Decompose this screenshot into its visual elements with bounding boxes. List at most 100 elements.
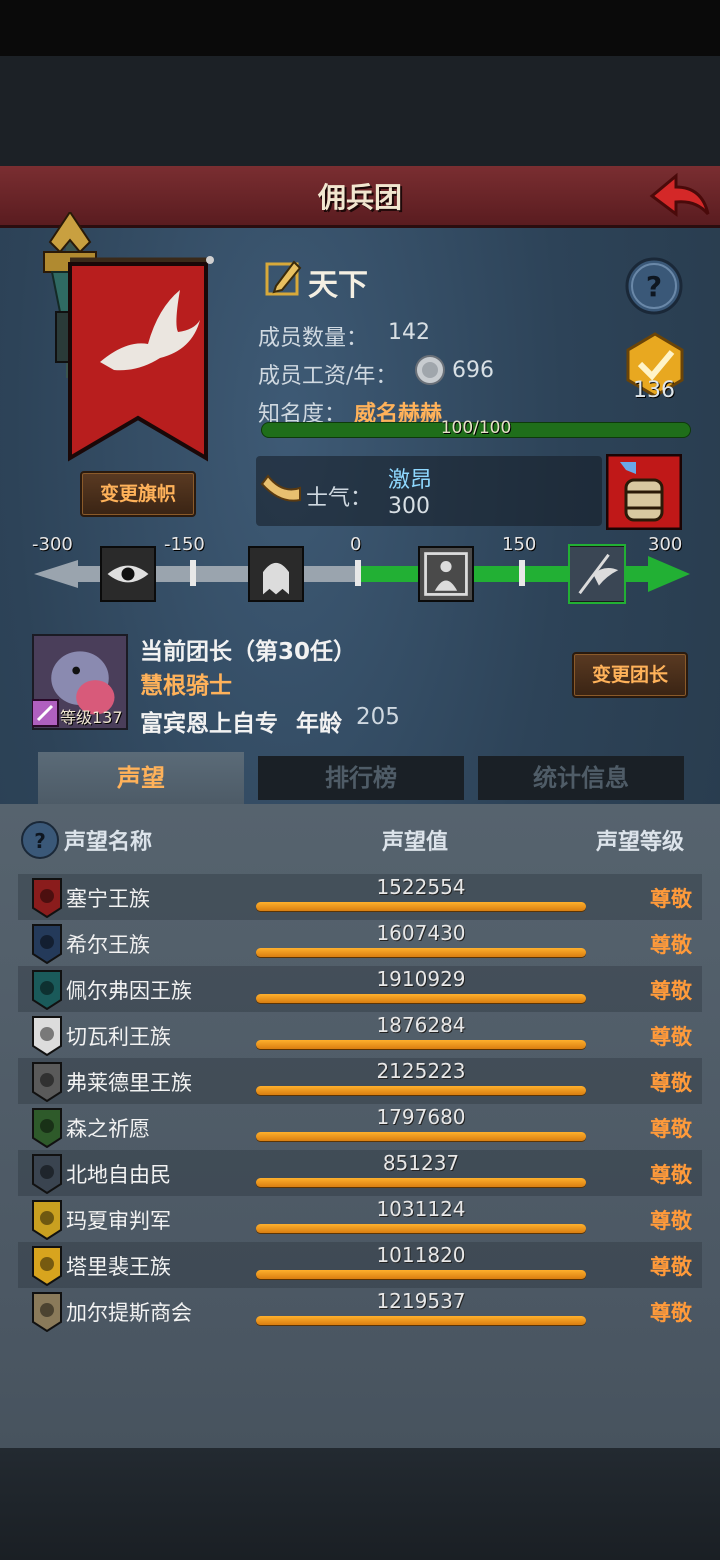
- leader-level: 等级137: [60, 708, 123, 727]
- morale-tick: 300: [648, 534, 683, 555]
- reputation-value: 1910929: [376, 967, 466, 991]
- reputation-level: 尊敬: [650, 1117, 692, 1141]
- svg-text:?: ?: [34, 829, 46, 853]
- reputation-value: 1031124: [376, 1197, 466, 1221]
- members-value: 142: [388, 320, 430, 345]
- morale-tick: 0: [350, 534, 362, 555]
- reputation-bar: [256, 994, 586, 1003]
- horn-icon: [260, 474, 301, 502]
- barrel-icon[interactable]: [606, 454, 682, 530]
- faction-name: 加尔提斯商会: [66, 1301, 192, 1325]
- table-row[interactable]: 希尔王族 1607430 尊敬: [18, 920, 702, 966]
- svg-text:?: ?: [646, 270, 662, 303]
- reputation-bar: [256, 902, 586, 911]
- reputation-bar: [256, 1086, 586, 1095]
- faction-name: 切瓦利王族: [66, 1025, 171, 1049]
- reputation-level: 尊敬: [650, 887, 692, 911]
- morale-tick: -150: [164, 534, 205, 555]
- tan-chest-icon: [32, 1292, 62, 1332]
- leader-desc: 富宾恩上自专: [140, 711, 278, 737]
- reputation-value: 1607430: [376, 921, 466, 945]
- change-flag-button[interactable]: 变更旗帜: [80, 471, 196, 517]
- faction-name: 弗莱德里王族: [66, 1071, 192, 1095]
- reputation-level: 尊敬: [650, 1301, 692, 1325]
- table-row[interactable]: 北地自由民 851237 尊敬: [18, 1150, 702, 1196]
- white-scales-icon: [32, 1016, 62, 1056]
- header-value: 声望值: [382, 830, 449, 855]
- edit-pen-icon[interactable]: [264, 258, 304, 298]
- panic-eye-icon[interactable]: [100, 546, 156, 602]
- reputation-value: 1219537: [376, 1289, 466, 1313]
- calm-figure-icon[interactable]: [418, 546, 474, 602]
- reputation-level: 尊敬: [650, 979, 692, 1003]
- reputation-value: 1876284: [376, 1013, 466, 1037]
- table-row[interactable]: 玛夏审判军 1031124 尊敬: [18, 1196, 702, 1242]
- reputation-level: 尊敬: [650, 1025, 692, 1049]
- reputation-bar: [256, 1132, 586, 1141]
- tab-ranking[interactable]: 排行榜: [258, 756, 464, 800]
- header-name: 声望名称: [64, 830, 153, 855]
- silver-coin-icon: [415, 355, 445, 385]
- reputation-value: 1522554: [376, 875, 466, 899]
- salary-value: 696: [452, 358, 494, 383]
- help-icon[interactable]: ?: [20, 820, 60, 860]
- leader-title: 当前团长（第30任）: [140, 639, 357, 665]
- reputation-bar: [256, 1224, 586, 1233]
- morale-scale: -300 -150 0 150 300: [0, 534, 720, 606]
- tab-bar: 声望 排行榜 统计信息: [0, 752, 720, 804]
- help-icon[interactable]: ?: [624, 256, 684, 316]
- reputation-table: ? 声望名称 声望值 声望等级 塞宁王族 1522554 尊敬 希尔王族 1607430…: [0, 804, 720, 1448]
- reputation-value: 851237: [382, 1151, 460, 1175]
- reputation-level: 尊敬: [650, 1255, 692, 1279]
- guild-banner-icon: [43, 212, 214, 462]
- page-title: 佣兵团: [317, 181, 402, 214]
- age-label: 年龄: [296, 711, 342, 737]
- reputation-level: 尊敬: [650, 1071, 692, 1095]
- members-label: 成员数量：: [258, 326, 369, 351]
- reputation-level: 尊敬: [650, 933, 692, 957]
- table-row[interactable]: 弗莱德里王族 2125223 尊敬: [18, 1058, 702, 1104]
- reputation-bar: [256, 1270, 586, 1279]
- blue-helm-icon: [32, 924, 62, 964]
- slate-axe-icon: [32, 1154, 62, 1194]
- faction-name: 佩尔弗因王族: [66, 979, 192, 1003]
- header-level: 声望等级: [596, 830, 685, 855]
- reputation-value: 2125223: [376, 1059, 466, 1083]
- reputation-value: 1797680: [376, 1105, 466, 1129]
- table-row[interactable]: 切瓦利王族 1876284 尊敬: [18, 1012, 702, 1058]
- tab-statistics[interactable]: 统计信息: [478, 756, 684, 800]
- table-row[interactable]: 加尔提斯商会 1219537 尊敬: [18, 1288, 702, 1334]
- red-shield-icon: [32, 878, 62, 918]
- table-row[interactable]: 佩尔弗因王族 1910929 尊敬: [18, 966, 702, 1012]
- bottom-bar: [0, 1448, 720, 1560]
- fear-ghost-icon[interactable]: [248, 546, 304, 602]
- faction-name: 塔里裴王族: [66, 1255, 171, 1279]
- table-row[interactable]: 森之祈愿 1797680 尊敬: [18, 1104, 702, 1150]
- salary-label: 成员工资/年：: [258, 364, 398, 389]
- table-row[interactable]: 塞宁王族 1522554 尊敬: [18, 874, 702, 920]
- reputation-bar: [256, 1178, 586, 1187]
- morale-state: 激昂: [388, 468, 433, 493]
- gold-crown-icon: [32, 1246, 62, 1286]
- tab-reputation[interactable]: 声望: [38, 752, 244, 804]
- reputation-value: 1011820: [376, 1243, 466, 1267]
- charge-banner-icon[interactable]: [568, 544, 626, 604]
- emblem-count: 136: [633, 378, 675, 403]
- green-tree-icon: [32, 1108, 62, 1148]
- change-leader-button[interactable]: 变更团长: [572, 652, 688, 698]
- morale-label: 士气：: [306, 486, 373, 511]
- age-value: 205: [356, 704, 400, 730]
- mercenary-panel: 佣兵团 变更旗帜 天下 ? 成员数量： 142 成员工资/年： 696 知名度：…: [0, 166, 720, 1448]
- faction-name: 玛夏审判军: [66, 1209, 171, 1233]
- fame-progress-text: 100/100: [440, 418, 512, 438]
- table-row[interactable]: 塔里裴王族 1011820 尊敬: [18, 1242, 702, 1288]
- reputation-bar: [256, 1040, 586, 1049]
- leader-name: 慧根骑士: [140, 673, 232, 699]
- teal-crescent-icon: [32, 970, 62, 1010]
- morale-tick: -300: [32, 534, 73, 555]
- reputation-bar: [256, 948, 586, 957]
- faction-name: 塞宁王族: [66, 887, 150, 911]
- back-arrow-icon[interactable]: [646, 170, 712, 222]
- faction-name: 希尔王族: [66, 933, 150, 957]
- morale-tick: 150: [502, 534, 537, 555]
